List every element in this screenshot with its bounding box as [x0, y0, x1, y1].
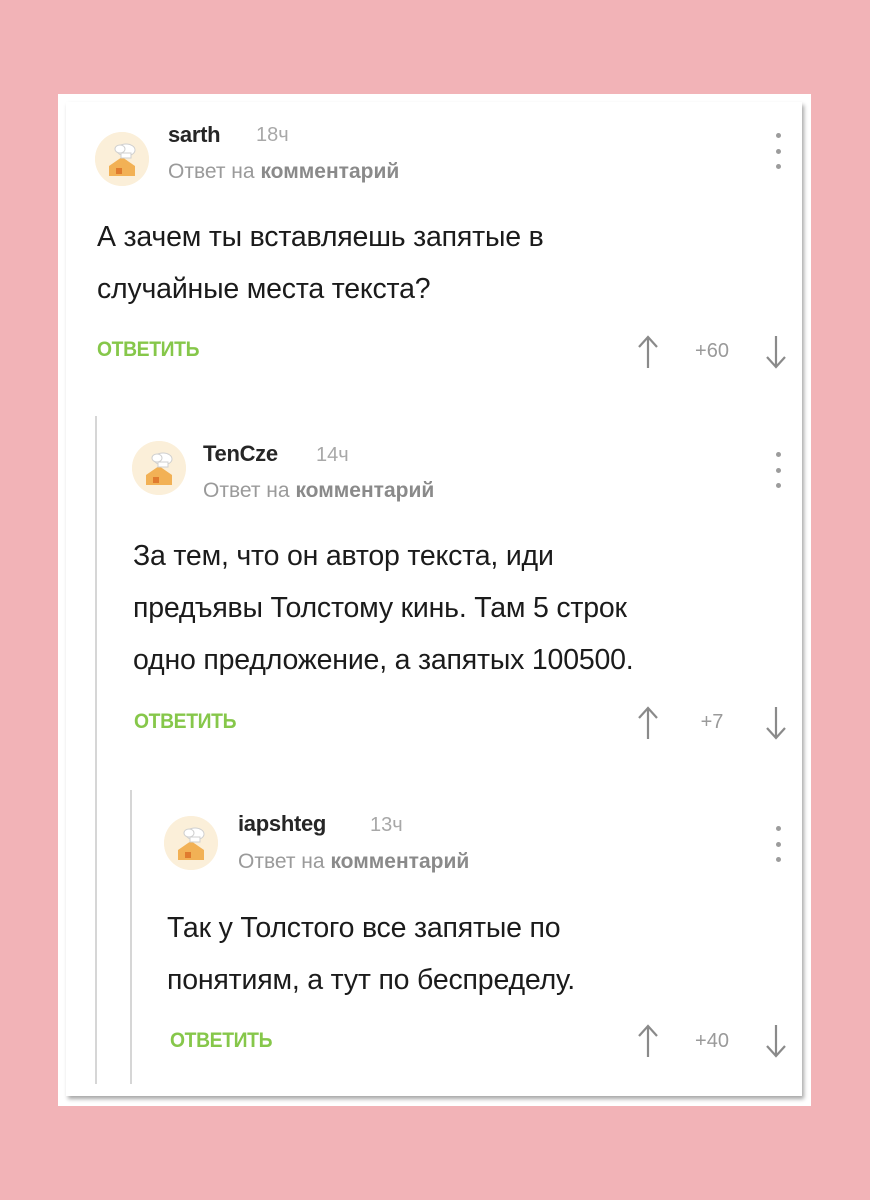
thread-line-level-2 [130, 790, 132, 1084]
comment-text: За тем, что он автор текста, иди предъяв… [133, 530, 634, 686]
comment-text-line: Так у Толстого все запятые по [167, 912, 561, 944]
comment-text-line: предъявы Толстому кинь. Там 5 строк [133, 592, 627, 624]
username[interactable]: sarth [168, 122, 221, 148]
vertical-dots-icon[interactable] [773, 826, 783, 862]
comment-text-line: понятиям, а тут по беспределу. [167, 964, 575, 996]
reply-button[interactable]: ОТВЕТИТЬ [97, 338, 199, 362]
comment-text-line: случайные места текста? [97, 273, 431, 305]
comment-text: А зачем ты вставляешь запятые в случайны… [97, 211, 544, 315]
vote-score: +60 [695, 340, 729, 362]
comment-text: Так у Толстого все запятые по понятиям, … [167, 902, 575, 1006]
avatar[interactable] [164, 816, 218, 870]
reply-to-prefix: Ответ на [203, 479, 290, 502]
vote-score: +40 [695, 1030, 729, 1052]
arrow-down-icon[interactable] [764, 705, 788, 741]
reply-to-prefix: Ответ на [238, 850, 325, 873]
reply-to-label: Ответ на комментарий [238, 850, 469, 874]
reply-to-label: Ответ на комментарий [168, 160, 399, 184]
arrow-up-icon[interactable] [636, 705, 660, 741]
avatar[interactable] [132, 441, 186, 495]
username[interactable]: TenCze [203, 441, 278, 467]
reply-button[interactable]: ОТВЕТИТЬ [134, 710, 236, 734]
comment-text-line: За тем, что он автор текста, иди [133, 540, 554, 572]
avatar[interactable] [95, 132, 149, 186]
reply-to-prefix: Ответ на [168, 160, 255, 183]
thread-line-level-1 [95, 416, 97, 1084]
timestamp: 14ч [316, 444, 349, 466]
arrow-down-icon[interactable] [764, 334, 788, 370]
vertical-dots-icon[interactable] [773, 452, 783, 488]
comments-card: sarth 18ч Ответ на комментарий А зачем т… [66, 102, 802, 1096]
comment-text-line: А зачем ты вставляешь запятые в [97, 221, 544, 253]
username[interactable]: iapshteg [238, 811, 326, 837]
vote-score: +7 [700, 711, 724, 733]
chef-hat-house-avatar-icon [164, 816, 218, 870]
reply-to-link[interactable]: комментарий [330, 850, 469, 873]
chef-hat-house-avatar-icon [132, 441, 186, 495]
arrow-up-icon[interactable] [636, 334, 660, 370]
arrow-up-icon[interactable] [636, 1023, 660, 1059]
arrow-down-icon[interactable] [764, 1023, 788, 1059]
chef-hat-house-avatar-icon [95, 132, 149, 186]
reply-to-link[interactable]: комментарий [295, 479, 434, 502]
vertical-dots-icon[interactable] [773, 133, 783, 169]
reply-to-label: Ответ на комментарий [203, 479, 434, 503]
reply-to-link[interactable]: комментарий [260, 160, 399, 183]
timestamp: 13ч [370, 814, 403, 836]
timestamp: 18ч [256, 124, 289, 146]
comment-text-line: одно предложение, а запятых 100500. [133, 644, 634, 676]
reply-button[interactable]: ОТВЕТИТЬ [170, 1029, 272, 1053]
